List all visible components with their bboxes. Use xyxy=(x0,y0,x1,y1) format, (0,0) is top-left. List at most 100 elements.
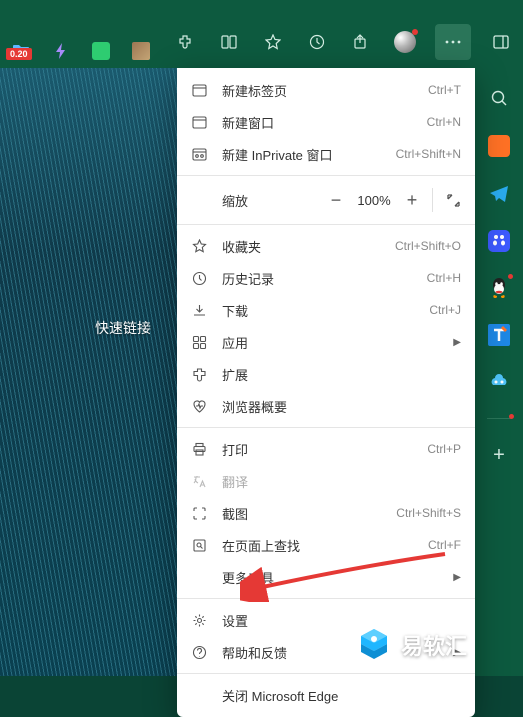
sidebar-qq-icon[interactable] xyxy=(487,276,511,300)
menu-shortcut: Ctrl+Shift+S xyxy=(396,506,461,520)
extension-icon xyxy=(191,366,208,383)
toolbar-right xyxy=(171,24,515,60)
menu-separator xyxy=(177,224,475,225)
favorites-button[interactable] xyxy=(259,28,287,56)
menu-shortcut: Ctrl+N xyxy=(427,115,461,129)
sidebar-cloud-icon[interactable] xyxy=(487,370,511,394)
menu-label: 历史记录 xyxy=(222,269,413,288)
screenshot-icon xyxy=(191,505,208,522)
menu-zoom: 缩放 − 100% + xyxy=(177,181,475,219)
menu-extensions[interactable]: 扩展 xyxy=(177,358,475,390)
menu-label: 截图 xyxy=(222,504,382,523)
inprivate-icon xyxy=(191,146,208,163)
menu-more-tools[interactable]: 更多工具 ▶ xyxy=(177,561,475,593)
menu-label: 新建 InPrivate 窗口 xyxy=(222,145,382,164)
menu-screenshot[interactable]: 截图 Ctrl+Shift+S xyxy=(177,497,475,529)
right-sidebar: + xyxy=(475,68,523,676)
zoom-divider xyxy=(432,188,433,212)
bolt-extension-icon[interactable] xyxy=(52,42,70,60)
history-button[interactable] xyxy=(303,28,331,56)
chevron-right-icon: ▶ xyxy=(453,337,461,348)
find-icon xyxy=(191,537,208,554)
history-icon xyxy=(191,270,208,287)
sidebar-toggle-button[interactable] xyxy=(487,28,515,56)
menu-label: 应用 xyxy=(222,333,439,352)
zoom-out-button[interactable]: − xyxy=(320,184,352,216)
menu-label: 新建标签页 xyxy=(222,81,414,100)
menu-label: 打印 xyxy=(222,440,413,459)
quick-links-label[interactable]: 快速链接 xyxy=(95,318,151,338)
menu-label: 更多工具 xyxy=(222,568,439,587)
blank-icon xyxy=(191,687,208,704)
menu-label: 关闭 Microsoft Edge xyxy=(222,686,461,705)
zoom-in-button[interactable]: + xyxy=(396,184,428,216)
menu-label: 收藏夹 xyxy=(222,237,381,256)
notification-dot xyxy=(508,274,513,279)
menu-separator xyxy=(177,598,475,599)
split-screen-button[interactable] xyxy=(215,28,243,56)
avatar-icon xyxy=(394,31,416,53)
apps-icon xyxy=(191,334,208,351)
extensions-button[interactable] xyxy=(171,28,199,56)
sidebar-add-button[interactable]: + xyxy=(487,443,511,467)
menu-new-inprivate[interactable]: 新建 InPrivate 窗口 Ctrl+Shift+N xyxy=(177,138,475,170)
help-icon xyxy=(191,644,208,661)
sidebar-telegram-icon[interactable] xyxy=(487,182,511,206)
menu-label: 在页面上查找 xyxy=(222,536,414,555)
menu-shortcut: Ctrl+Shift+O xyxy=(395,239,461,253)
menu-shortcut: Ctrl+Shift+N xyxy=(396,147,461,161)
menu-history[interactable]: 历史记录 Ctrl+H xyxy=(177,262,475,294)
menu-shortcut: Ctrl+J xyxy=(429,303,461,317)
watermark-text: 易软汇 xyxy=(401,629,467,661)
sidebar-baidu-icon[interactable] xyxy=(488,230,510,252)
new-window-icon xyxy=(191,114,208,131)
zoom-value: 100% xyxy=(352,193,396,208)
menu-translate: 翻译 xyxy=(177,465,475,497)
share-button[interactable] xyxy=(347,28,375,56)
zoom-label: 缩放 xyxy=(191,191,320,210)
menu-new-window[interactable]: 新建窗口 Ctrl+N xyxy=(177,106,475,138)
settings-menu: 新建标签页 Ctrl+T 新建窗口 Ctrl+N 新建 InPrivate 窗口… xyxy=(177,68,475,717)
watermark-logo-icon xyxy=(355,626,393,664)
menu-separator xyxy=(177,175,475,176)
download-icon xyxy=(191,302,208,319)
sidebar-separator xyxy=(487,418,511,419)
menu-separator xyxy=(177,427,475,428)
menu-downloads[interactable]: 下载 Ctrl+J xyxy=(177,294,475,326)
menu-label: 扩展 xyxy=(222,365,461,384)
menu-print[interactable]: 打印 Ctrl+P xyxy=(177,433,475,465)
new-tab-icon xyxy=(191,82,208,99)
menu-close-edge[interactable]: 关闭 Microsoft Edge xyxy=(177,679,475,711)
extension-avatar-icon[interactable] xyxy=(132,42,150,60)
menu-label: 浏览器概要 xyxy=(222,397,461,416)
browser-toolbar: 0.20 xyxy=(0,0,523,68)
more-button[interactable] xyxy=(435,24,471,60)
chevron-right-icon: ▶ xyxy=(453,572,461,583)
translate-icon xyxy=(191,473,208,490)
menu-browser-essentials[interactable]: 浏览器概要 xyxy=(177,390,475,422)
download-badge: 0.20 xyxy=(6,48,32,60)
extension-green-icon[interactable] xyxy=(92,42,110,60)
sidebar-shopping-icon[interactable] xyxy=(487,134,511,158)
menu-favorites[interactable]: 收藏夹 Ctrl+Shift+O xyxy=(177,230,475,262)
menu-separator xyxy=(177,673,475,674)
menu-apps[interactable]: 应用 ▶ xyxy=(177,326,475,358)
menu-label: 新建窗口 xyxy=(222,113,413,132)
menu-shortcut: Ctrl+H xyxy=(427,271,461,285)
blank-icon xyxy=(191,569,208,586)
fullscreen-button[interactable] xyxy=(437,184,469,216)
sidebar-search-icon[interactable] xyxy=(487,86,511,110)
watermark: 易软汇 xyxy=(355,626,467,664)
menu-new-tab[interactable]: 新建标签页 Ctrl+T xyxy=(177,74,475,106)
menu-find[interactable]: 在页面上查找 Ctrl+F xyxy=(177,529,475,561)
gear-icon xyxy=(191,612,208,629)
star-icon xyxy=(191,238,208,255)
menu-label: 翻译 xyxy=(222,472,461,491)
menu-shortcut: Ctrl+F xyxy=(428,538,461,552)
sidebar-t-app-icon[interactable] xyxy=(488,324,510,346)
menu-shortcut: Ctrl+T xyxy=(428,83,461,97)
profile-button[interactable] xyxy=(391,28,419,56)
menu-shortcut: Ctrl+P xyxy=(427,442,461,456)
menu-label: 下载 xyxy=(222,301,415,320)
pulse-icon xyxy=(191,398,208,415)
